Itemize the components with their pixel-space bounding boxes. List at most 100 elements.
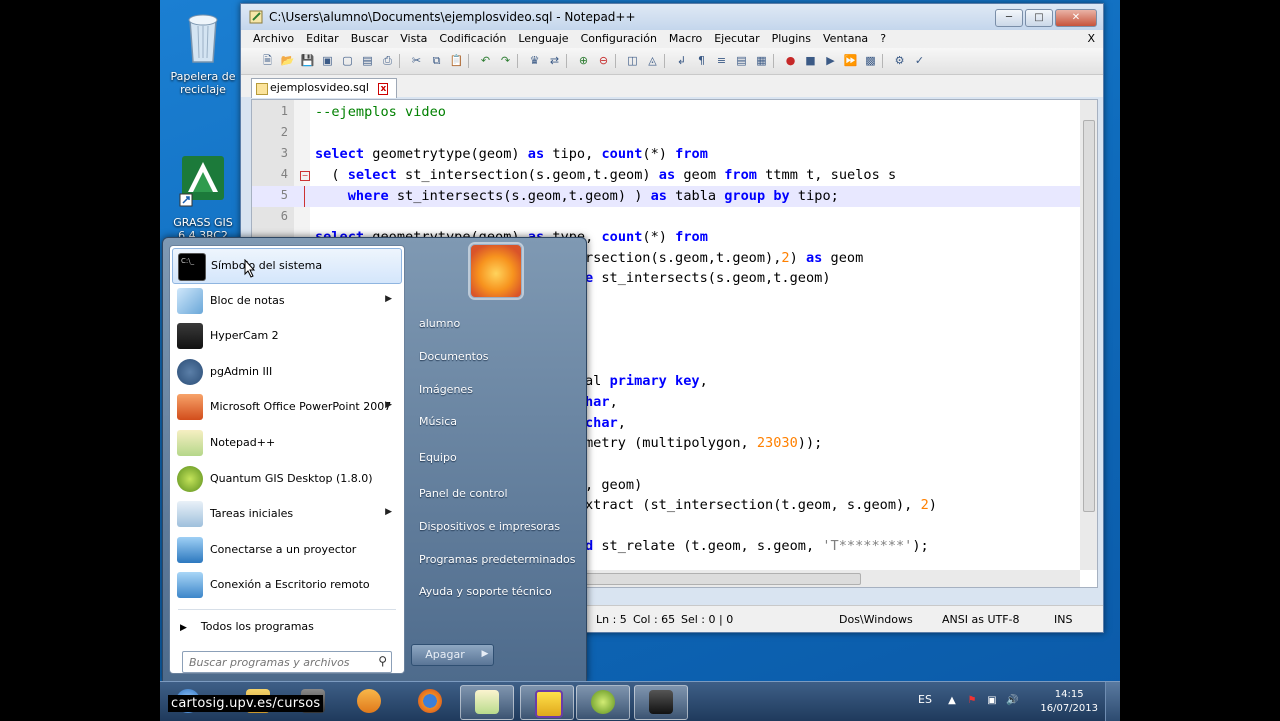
menu-buscar[interactable]: Buscar: [345, 30, 395, 48]
start-item-quantum-gis[interactable]: Quantum GIS Desktop (1.8.0): [172, 462, 402, 496]
volume-icon[interactable]: 🔊: [1006, 695, 1018, 707]
clock[interactable]: 14:15 16/07/2013: [1040, 688, 1098, 716]
play-macro-icon[interactable]: ▶: [822, 53, 839, 69]
menu-vista[interactable]: Vista: [394, 30, 433, 48]
taskbar-firefox-button[interactable]: [404, 685, 456, 718]
record-macro-icon[interactable]: ●: [782, 53, 799, 69]
start-link-documents[interactable]: Documentos: [419, 350, 488, 363]
start-link-default-programs[interactable]: Programas predeterminados: [419, 553, 576, 566]
tray-arrow-icon[interactable]: ▲: [946, 695, 958, 707]
menu-ventana[interactable]: Ventana: [817, 30, 874, 48]
zoom-out-icon[interactable]: ⊖: [595, 53, 612, 69]
taskbar-powerpoint-button[interactable]: [520, 685, 574, 720]
indent-guide-icon[interactable]: ≡: [713, 53, 730, 69]
cut-icon[interactable]: ✂: [408, 53, 425, 69]
start-link-user[interactable]: alumno: [419, 317, 460, 330]
start-item-remote-desktop[interactable]: Conexión a Escritorio remoto: [172, 568, 402, 602]
sync-vertical-icon[interactable]: ◫: [624, 53, 641, 69]
replace-icon[interactable]: ⇄: [546, 53, 563, 69]
menu-help[interactable]: ?: [874, 30, 892, 48]
spellcheck-icon[interactable]: ✓: [911, 53, 928, 69]
save-all-icon[interactable]: ▣: [319, 53, 336, 69]
taskbar-qgis-button[interactable]: [576, 685, 630, 720]
start-search-box[interactable]: ⚲: [182, 651, 392, 673]
shutdown-options-arrow-icon[interactable]: ▶: [477, 644, 494, 666]
code-line-current[interactable]: 5 where st_intersects(s.geom,t.geom) ) a…: [252, 186, 1080, 207]
save-icon[interactable]: 💾: [299, 53, 316, 69]
code-line[interactable]: 4 − ( select st_intersection(s.geom,t.ge…: [252, 165, 1080, 186]
vertical-scrollbar[interactable]: [1080, 100, 1097, 570]
user-avatar[interactable]: [470, 244, 522, 298]
title-bar[interactable]: C:\Users\alumno\Documents\ejemplosvideo.…: [241, 4, 1103, 30]
zoom-in-icon[interactable]: ⊕: [575, 53, 592, 69]
taskbar-notepad-plus-plus-button[interactable]: [460, 685, 514, 720]
redo-icon[interactable]: ↷: [497, 53, 514, 69]
start-link-music[interactable]: Música: [419, 415, 457, 428]
save-macro-icon[interactable]: ▩: [862, 53, 879, 69]
fold-collapse-icon[interactable]: −: [300, 171, 310, 181]
close-button[interactable]: ✕: [1055, 9, 1097, 27]
taskbar-media-player-button[interactable]: [343, 685, 395, 718]
code-line[interactable]: 1 --ejemplos video: [252, 102, 1080, 123]
find-icon[interactable]: ♛: [526, 53, 543, 69]
menu-lenguaje[interactable]: Lenguaje: [512, 30, 574, 48]
input-language[interactable]: ES: [918, 693, 932, 706]
document-close-button[interactable]: X: [1087, 30, 1095, 48]
code-line[interactable]: 6: [252, 207, 1080, 228]
show-desktop-button[interactable]: [1105, 682, 1120, 721]
shutdown-button[interactable]: Apagar: [411, 644, 479, 666]
start-link-help-support[interactable]: Ayuda y soporte técnico: [419, 585, 552, 598]
network-icon[interactable]: ▣: [986, 695, 998, 707]
start-link-control-panel[interactable]: Panel de control: [419, 487, 508, 500]
stop-macro-icon[interactable]: ■: [802, 53, 819, 69]
menu-editar[interactable]: Editar: [300, 30, 345, 48]
start-item-notepad[interactable]: Bloc de notas ▶: [172, 284, 402, 318]
start-link-devices-printers[interactable]: Dispositivos e impresoras: [419, 520, 560, 533]
menu-codificacion[interactable]: Codificación: [433, 30, 512, 48]
open-file-icon[interactable]: 📂: [279, 53, 296, 69]
copy-icon[interactable]: ⧉: [428, 53, 445, 69]
start-item-command-prompt[interactable]: C:\_ Símbolo del sistema: [172, 248, 402, 284]
maximize-button[interactable]: □: [1025, 9, 1053, 27]
start-item-powerpoint[interactable]: Microsoft Office PowerPoint 2007 ▶: [172, 390, 402, 424]
code-line[interactable]: 3 select geometrytype(geom) as tipo, cou…: [252, 144, 1080, 165]
run-macro-multiple-icon[interactable]: ⏩: [842, 53, 859, 69]
new-file-icon[interactable]: 🗎: [259, 53, 276, 69]
start-item-pgadmin[interactable]: pgAdmin III: [172, 355, 402, 389]
show-all-chars-icon[interactable]: ¶: [693, 53, 710, 69]
search-icon[interactable]: ⚲: [378, 654, 387, 668]
menu-macro[interactable]: Macro: [663, 30, 708, 48]
action-center-icon[interactable]: ⚑: [966, 695, 978, 707]
tab-close-icon[interactable]: x: [378, 83, 389, 95]
horizontal-scroll-thumb[interactable]: [584, 573, 861, 585]
close-file-icon[interactable]: ▢: [339, 53, 356, 69]
paste-icon[interactable]: 📋: [448, 53, 465, 69]
function-list-icon[interactable]: ▦: [753, 53, 770, 69]
minimize-button[interactable]: ─: [995, 9, 1023, 27]
close-all-icon[interactable]: ▤: [359, 53, 376, 69]
start-link-computer[interactable]: Equipo: [419, 451, 457, 464]
plugin-icon[interactable]: ⚙: [891, 53, 908, 69]
start-link-pictures[interactable]: Imágenes: [419, 383, 473, 396]
start-search-input[interactable]: [187, 654, 371, 671]
doc-map-icon[interactable]: ▤: [733, 53, 750, 69]
menu-archivo[interactable]: Archivo: [247, 30, 300, 48]
start-item-getting-started[interactable]: Tareas iniciales ▶: [172, 497, 402, 531]
print-icon[interactable]: ⎙: [379, 53, 396, 69]
start-item-hypercam[interactable]: HyperCam 2: [172, 319, 402, 353]
menu-configuracion[interactable]: Configuración: [575, 30, 663, 48]
start-item-notepad-plus-plus[interactable]: Notepad++: [172, 426, 402, 460]
all-programs-button[interactable]: ▶ Todos los programas: [180, 620, 314, 633]
undo-icon[interactable]: ↶: [477, 53, 494, 69]
desktop-icon-grass-gis[interactable]: GRASS GIS 6.4.3RC2: [163, 152, 243, 242]
word-wrap-icon[interactable]: ↲: [673, 53, 690, 69]
start-item-projector[interactable]: Conectarse a un proyector: [172, 533, 402, 567]
menu-plugins[interactable]: Plugins: [766, 30, 817, 48]
vertical-scroll-thumb[interactable]: [1083, 120, 1095, 512]
tab-ejemplosvideo-sql[interactable]: ejemplosvideo.sql x: [251, 78, 398, 98]
code-line[interactable]: 2: [252, 123, 1080, 144]
menu-ejecutar[interactable]: Ejecutar: [708, 30, 765, 48]
desktop-icon-recycle-bin[interactable]: Papelera de reciclaje: [163, 6, 243, 96]
sync-horizontal-icon[interactable]: ◬: [644, 53, 661, 69]
taskbar-hypercam-recording-button[interactable]: [634, 685, 688, 720]
